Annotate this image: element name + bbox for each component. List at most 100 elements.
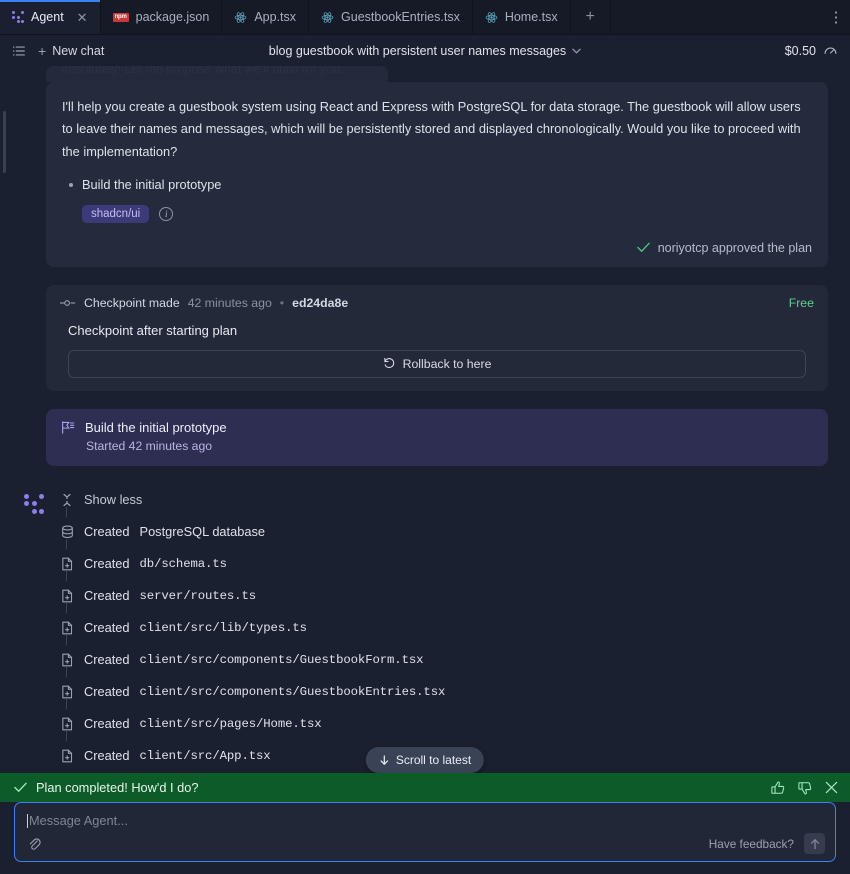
activity-item[interactable]: Created PostgreSQL database [60,506,828,548]
plan-approval-status: noriyotcp approved the plan [62,241,812,255]
flag-icon [60,420,75,435]
react-icon [234,11,247,24]
header-left-group: + New chat [12,43,104,59]
checkpoint-hash: ed24da8e [292,295,349,310]
task-card: Build the initial prototype Started 42 m… [46,408,828,466]
check-icon [636,242,650,253]
activity-target: client/src/lib/types.ts [139,620,308,635]
activity-target: client/src/components/GuestbookEntries.t… [139,684,446,699]
paperclip-icon[interactable] [27,836,41,851]
checkpoint-cost-badge: Free [788,295,814,310]
conversation-scroll-area[interactable]: Absolutely! Let me propose what we'll bu… [0,66,850,773]
file-add-icon [60,717,74,731]
activity-item[interactable]: Created server/routes.ts [60,570,828,612]
text-caret [27,813,28,828]
have-feedback-link[interactable]: Have feedback? [709,837,794,851]
checkpoint-label: Checkpoint made [84,295,180,310]
show-less-toggle[interactable]: Show less [60,484,828,516]
tab-guestbookentries-tsx[interactable]: GuestbookEntries.tsx [309,0,473,34]
chat-title[interactable]: blog guestbook with persistent user name… [269,44,566,58]
approval-text: noriyotcp approved the plan [657,240,812,255]
activity-item[interactable]: Created db/schema.ts [60,538,828,580]
activity-target: db/schema.ts [139,556,227,571]
tab-label: GuestbookEntries.tsx [341,10,460,24]
agent-app-window: Agent ✕ npm package.json App.tsx Guestbo… [0,0,850,874]
list-icon[interactable] [12,44,26,58]
activity-target: client/src/pages/Home.tsx [139,716,322,731]
activity-verb: Created [84,524,130,540]
activity-target: client/src/components/GuestbookForm.tsx [139,652,424,667]
message-composer[interactable]: Message Agent... Have feedback? [14,802,836,862]
assistant-message-body: I'll help you create a guestbook system … [62,99,801,159]
thumbs-down-icon[interactable] [798,781,812,795]
check-icon [14,782,27,793]
activity-item-list: Show less Created PostgreSQL database Cr… [60,484,828,772]
message-input-placeholder: Message Agent... [29,813,128,828]
plan-bullet-list: Build the initial prototype [62,175,812,195]
activity-item[interactable]: Created client/src/components/GuestbookF… [60,634,828,676]
new-tab-button[interactable]: + [571,0,611,34]
tab-label: Agent [31,10,64,24]
previous-message-clipped: Absolutely! Let me propose what we'll bu… [46,66,388,82]
gauge-icon[interactable] [823,43,838,58]
activity-verb: Created [84,716,130,732]
tabbar-spacer [611,0,822,34]
tag-shadcn-ui[interactable]: shadcn/ui [82,204,150,223]
rollback-label: Rollback to here [402,356,492,371]
tab-app-tsx[interactable]: App.tsx [222,0,310,34]
activity-target: server/routes.ts [139,588,257,603]
assistant-plan-card: I'll help you create a guestbook system … [46,82,828,267]
chevron-down-icon[interactable] [572,48,581,54]
tab-label: Home.tsx [504,10,558,24]
react-icon [321,11,334,24]
activity-target: PostgreSQL database [139,524,265,540]
info-icon[interactable]: i [159,206,174,221]
scroll-to-latest-label: Scroll to latest [395,753,472,767]
file-add-icon [60,653,74,667]
checkpoint-title: Checkpoint after starting plan [68,322,238,338]
task-header: Build the initial prototype [60,420,814,435]
usage-cost: $0.50 [784,43,816,58]
toast-message: Plan completed! How'd I do? [36,780,199,795]
tab-label: package.json [135,10,210,24]
chat-title-group: blog guestbook with persistent user name… [0,44,850,58]
activity-item[interactable]: Created client/src/components/GuestbookE… [60,666,828,708]
tab-label: App.tsx [254,10,297,24]
scroll-to-latest-button[interactable]: Scroll to latest [365,747,485,773]
tab-close-icon[interactable]: ✕ [77,11,88,24]
tabbar-overflow-icon[interactable]: ⋮ [822,0,850,34]
activity-section: Show less Created PostgreSQL database Cr… [22,484,828,772]
conversation-content: Absolutely! Let me propose what we'll bu… [0,66,850,773]
undo-icon [383,357,396,370]
header-right-group: $0.50 [785,43,838,58]
editor-tab-bar: Agent ✕ npm package.json App.tsx Guestbo… [0,0,850,35]
message-input[interactable]: Message Agent... [27,813,825,828]
chat-header: + New chat blog guestbook with persisten… [0,35,850,66]
activity-item[interactable]: Created client/src/lib/types.ts [60,602,828,644]
rollback-button[interactable]: Rollback to here [68,349,806,378]
close-icon[interactable] [825,781,838,794]
activity-verb: Created [84,652,130,668]
send-button[interactable] [804,833,825,854]
thumbs-up-icon[interactable] [771,781,785,795]
tab-agent[interactable]: Agent ✕ [0,0,101,34]
tab-home-tsx[interactable]: Home.tsx [473,0,571,34]
new-chat-button[interactable]: + New chat [38,43,104,59]
tab-package-json[interactable]: npm package.json [101,0,223,34]
toast-actions [771,781,838,795]
activity-verb: Created [84,556,130,572]
new-chat-label: New chat [52,43,105,58]
file-add-icon [60,557,74,571]
list-item: Build the initial prototype [69,175,812,195]
activity-verb: Created [84,684,130,700]
file-add-icon [60,621,74,635]
checkpoint-separator: • [279,295,285,310]
activity-verb: Created [84,588,130,604]
activity-item[interactable]: Created client/src/pages/Home.tsx [60,698,828,740]
npm-icon: npm [112,12,129,22]
show-less-label: Show less [84,492,143,508]
arrow-down-icon [379,754,390,766]
checkpoint-node-icon [60,298,76,308]
checkpoint-time: 42 minutes ago [187,295,272,310]
react-icon [485,11,498,24]
